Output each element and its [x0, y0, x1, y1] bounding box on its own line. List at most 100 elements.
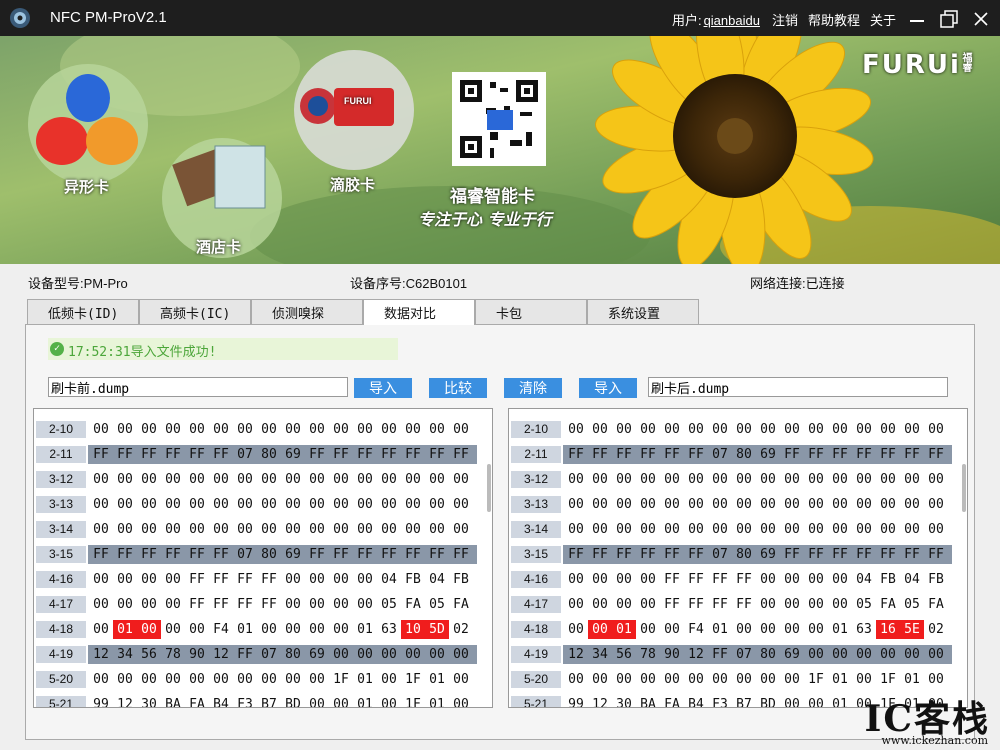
hex-byte[interactable]: 00	[329, 695, 353, 707]
hex-byte[interactable]: 00	[137, 420, 161, 439]
hex-byte[interactable]: 00	[329, 595, 353, 614]
hex-byte[interactable]: FF	[708, 570, 732, 589]
hex-byte[interactable]: 00	[780, 570, 804, 589]
hex-byte[interactable]: 00	[732, 470, 756, 489]
hex-byte[interactable]: 00	[305, 420, 329, 439]
hex-byte[interactable]: 00	[161, 495, 185, 514]
hex-byte[interactable]: 00	[281, 570, 305, 589]
hex-byte[interactable]: 05	[377, 595, 401, 614]
hex-byte[interactable]: FF	[708, 645, 732, 664]
hex-byte[interactable]: 90	[660, 645, 684, 664]
hex-byte[interactable]: 00	[281, 670, 305, 689]
hex-byte[interactable]: 00	[233, 495, 257, 514]
hex-byte[interactable]: 00	[401, 420, 425, 439]
hex-byte[interactable]: 00	[564, 420, 588, 439]
hex-byte[interactable]: 00	[564, 570, 588, 589]
hex-byte[interactable]: 00	[161, 470, 185, 489]
hex-byte[interactable]: 00	[305, 620, 329, 639]
username-link[interactable]: qianbaidu	[704, 13, 760, 28]
hex-byte[interactable]: 00	[353, 470, 377, 489]
hex-byte[interactable]: 00	[209, 495, 233, 514]
hex-byte[interactable]: 00	[185, 520, 209, 539]
hex-byte[interactable]: 00	[636, 620, 660, 639]
hex-byte[interactable]: 69	[281, 545, 305, 564]
clear-button[interactable]: 清除	[504, 378, 562, 398]
hex-byte[interactable]: 80	[756, 645, 780, 664]
hex-byte[interactable]: 12	[684, 645, 708, 664]
hex-byte[interactable]: FF	[684, 445, 708, 464]
hex-row[interactable]: 5-20 00 00 00 00 00 00 00 00 00 00 1F 01 00 1F 01 00	[509, 667, 954, 692]
hex-byte[interactable]: FF	[732, 570, 756, 589]
hex-byte[interactable]: 00	[588, 470, 612, 489]
hex-byte[interactable]: 00	[732, 420, 756, 439]
import-right-button[interactable]: 导入	[579, 378, 637, 398]
hex-byte[interactable]: FF	[401, 445, 425, 464]
hex-byte[interactable]: 01	[828, 695, 852, 707]
hex-byte[interactable]: FF	[852, 545, 876, 564]
hex-row[interactable]: 5-20 00 00 00 00 00 00 00 00 00 00 1F 01 00 1F 01 00	[34, 667, 479, 692]
hex-byte[interactable]: 1F	[876, 670, 900, 689]
hex-byte[interactable]: B7	[257, 695, 281, 707]
hex-byte[interactable]: 00	[353, 645, 377, 664]
hex-byte[interactable]: FA	[449, 595, 473, 614]
hex-byte[interactable]: 00	[209, 520, 233, 539]
hex-byte[interactable]: 00	[425, 645, 449, 664]
tab-high-frequency[interactable]: 高频卡(IC)	[139, 299, 251, 324]
hex-row[interactable]: 3-13 00 00 00 00 00 00 00 00 00 00 00 00 00 00 00 00	[34, 492, 479, 517]
hex-byte[interactable]: 00	[137, 670, 161, 689]
hex-byte[interactable]: 63	[377, 620, 401, 639]
hex-byte[interactable]: 69	[281, 445, 305, 464]
hex-byte[interactable]: 00	[233, 520, 257, 539]
hex-byte[interactable]: 00	[401, 645, 425, 664]
hex-byte[interactable]: 00	[113, 670, 137, 689]
about-link[interactable]: 关于	[870, 10, 896, 29]
hex-byte[interactable]: 00	[612, 520, 636, 539]
hex-byte[interactable]: 00	[852, 645, 876, 664]
hex-byte[interactable]: 12	[564, 645, 588, 664]
hex-byte[interactable]: 00	[612, 570, 636, 589]
hex-byte[interactable]: 00	[161, 420, 185, 439]
hex-byte[interactable]: 01	[233, 620, 257, 639]
hex-byte[interactable]: 00	[353, 595, 377, 614]
hex-byte[interactable]: 00	[257, 670, 281, 689]
hex-byte[interactable]: FF	[209, 445, 233, 464]
hex-byte[interactable]: FF	[684, 570, 708, 589]
hex-byte[interactable]: 00	[588, 420, 612, 439]
hex-byte[interactable]: 02	[924, 620, 948, 639]
hex-byte[interactable]: FF	[185, 570, 209, 589]
minimize-icon[interactable]	[906, 8, 928, 30]
hex-byte[interactable]: 01	[900, 670, 924, 689]
hex-byte[interactable]: 99	[564, 695, 588, 707]
hex-byte[interactable]: 00	[900, 470, 924, 489]
hex-byte[interactable]: 00	[684, 670, 708, 689]
hex-byte[interactable]: 07	[708, 545, 732, 564]
hex-byte[interactable]: 00	[924, 470, 948, 489]
hex-byte[interactable]: FF	[900, 545, 924, 564]
hex-byte[interactable]: 00	[329, 495, 353, 514]
hex-byte[interactable]: 00	[804, 495, 828, 514]
hex-byte[interactable]: 00	[137, 470, 161, 489]
hex-byte[interactable]: 00	[233, 470, 257, 489]
hex-row[interactable]: 2-11 FF FF FF FF FF FF 07 80 69 FF FF FF FF FF FF FF	[509, 442, 954, 467]
hex-byte[interactable]: FF	[828, 545, 852, 564]
hex-byte[interactable]: 07	[708, 445, 732, 464]
hex-byte[interactable]: 00	[209, 670, 233, 689]
hex-byte[interactable]: 00	[684, 470, 708, 489]
hex-byte[interactable]: 00	[828, 420, 852, 439]
hex-byte[interactable]: 00	[329, 520, 353, 539]
hex-byte[interactable]: 00	[780, 595, 804, 614]
hex-byte[interactable]: 00	[89, 620, 113, 639]
hex-byte[interactable]: FF	[89, 445, 113, 464]
hex-byte[interactable]: 00	[113, 420, 137, 439]
hex-byte[interactable]: B7	[732, 695, 756, 707]
hex-byte[interactable]: 00	[257, 420, 281, 439]
hex-byte[interactable]: FB	[449, 570, 473, 589]
hex-byte[interactable]: 00	[305, 670, 329, 689]
hex-byte[interactable]: 63	[852, 620, 876, 639]
hex-byte[interactable]: 00	[329, 470, 353, 489]
hex-byte[interactable]: 12	[209, 645, 233, 664]
hex-byte[interactable]: FF	[161, 545, 185, 564]
hex-byte[interactable]: FA	[924, 595, 948, 614]
hex-byte[interactable]: 00	[564, 595, 588, 614]
hex-byte[interactable]: 00	[305, 520, 329, 539]
